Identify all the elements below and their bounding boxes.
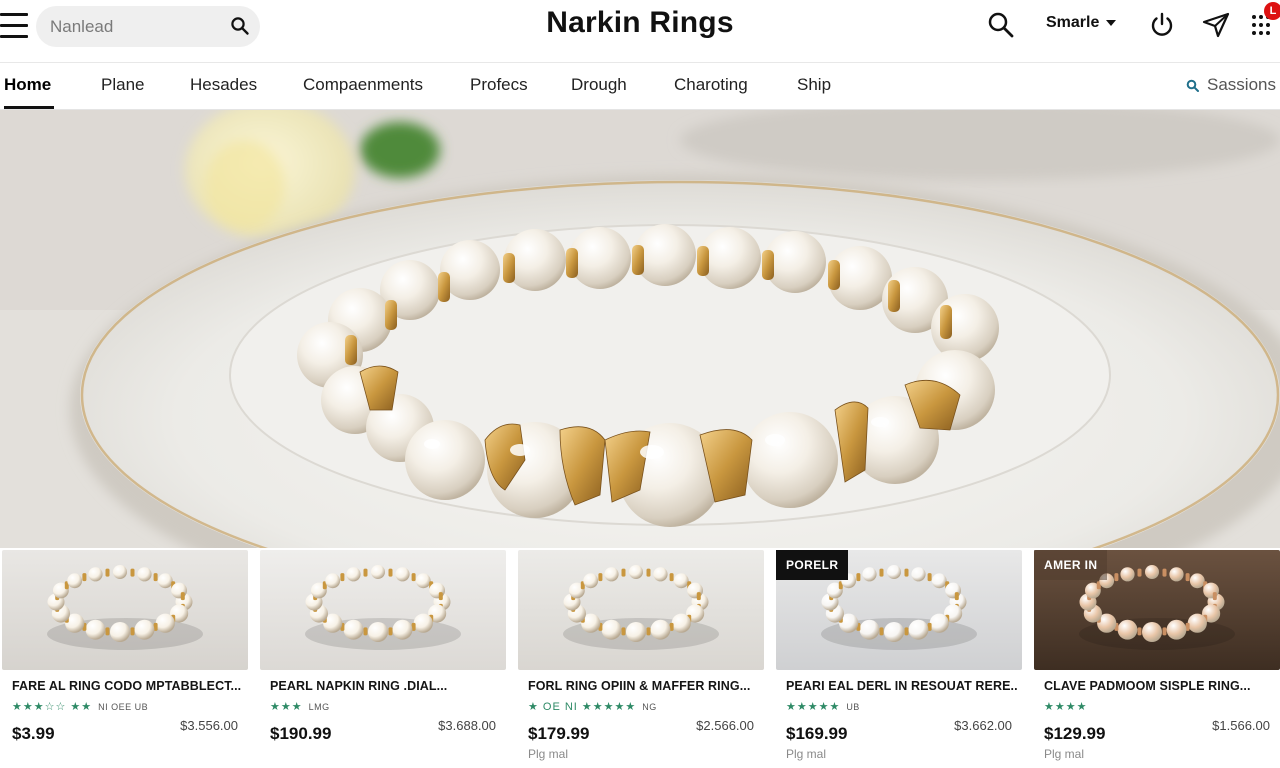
product-subtext: Plg mal	[1044, 747, 1085, 761]
product-rating: ★★★ LMG	[270, 700, 330, 713]
star-rating-icon: ★ OE NI ★★★★★	[528, 701, 637, 713]
product-old-price: $2.566.00	[696, 718, 754, 733]
product-price: $179.99	[528, 724, 590, 743]
star-rating-icon: ★★★☆☆ ★★	[12, 701, 93, 713]
product-title[interactable]: PEARL NAPKIN RING .DIAL...	[270, 679, 502, 693]
product-rating: ★★★☆☆ ★★ NI OEE UB	[12, 700, 148, 713]
category-nav: Home Plane Hesades Compaenments Profecs …	[0, 62, 1280, 110]
product-image[interactable]	[2, 550, 248, 670]
rating-text: LMG	[308, 701, 330, 712]
product-title[interactable]: PEARI EAL DERL IN RESOUAT RERE...	[786, 679, 1018, 693]
star-rating-icon: ★★★	[270, 701, 303, 713]
tab-hesades[interactable]: Hesades	[190, 75, 257, 95]
tab-ship[interactable]: Ship	[797, 75, 831, 95]
search-icon[interactable]	[230, 16, 250, 36]
power-icon[interactable]	[1147, 10, 1177, 40]
notification-badge[interactable]: L	[1264, 2, 1280, 20]
tab-compaenments[interactable]: Compaenments	[303, 75, 423, 95]
product-image[interactable]	[260, 550, 506, 670]
product-rating: ★★★★★ UB	[786, 700, 860, 713]
product-old-price: $3.662.00	[954, 718, 1012, 733]
bracelet-thumbnail	[260, 550, 506, 670]
product-title[interactable]: FORL RING OPIIN & MAFFER RING...	[528, 679, 760, 693]
hero-image	[0, 110, 1280, 550]
product-subtext: Plg mal	[786, 747, 827, 761]
tab-home[interactable]: Home	[4, 75, 51, 95]
send-icon[interactable]	[1201, 10, 1231, 40]
product-rating: ★ OE NI ★★★★★ NG	[528, 700, 657, 713]
sessions-link[interactable]: Sassions	[1186, 75, 1276, 95]
product-card[interactable]: FORL RING OPIIN & MAFFER RING... ★ OE NI …	[518, 550, 764, 768]
search-icon	[1186, 79, 1200, 92]
product-card[interactable]: PEARL NAPKIN RING .DIAL... ★★★ LMG $190.99 $…	[260, 550, 506, 768]
product-subtext: Plg mal	[528, 747, 569, 761]
chevron-down-icon	[1106, 20, 1117, 26]
product-tag: PORELR	[776, 550, 849, 580]
product-image[interactable]	[518, 550, 764, 670]
rating-text: NI OEE UB	[98, 701, 149, 712]
sessions-label: Sassions	[1207, 75, 1276, 94]
product-title[interactable]: CLAVE PADMOOM SISPLE RING...	[1044, 679, 1276, 693]
menu-icon[interactable]	[0, 12, 30, 40]
bracelet-thumbnail	[2, 550, 248, 670]
product-card[interactable]: AMER IN CLAVE PADMOOM SISPLE RING... ★★★★ $…	[1034, 550, 1280, 768]
product-old-price: $1.566.00	[1212, 718, 1270, 733]
search-bar	[36, 6, 260, 47]
product-old-price: $3.688.00	[438, 718, 496, 733]
rating-text: NG	[642, 701, 657, 712]
brand-title[interactable]: Narkin Rings	[440, 6, 840, 40]
product-rating: ★★★★	[1044, 700, 1093, 713]
profile-dropdown[interactable]: Smarle	[1046, 14, 1117, 32]
top-header: Narkin Rings Smarle L	[0, 0, 1280, 62]
tab-drough[interactable]: Drough	[571, 75, 627, 95]
product-old-price: $3.556.00	[180, 718, 238, 733]
search-icon[interactable]	[986, 10, 1016, 40]
star-rating-icon: ★★★★	[1044, 701, 1088, 713]
product-card[interactable]: FARE AL RING CODO MPTABBLECT... ★★★☆☆ ★★ N…	[2, 550, 248, 768]
hero-banner[interactable]	[0, 110, 1280, 550]
tab-charoting[interactable]: Charoting	[674, 75, 748, 95]
product-card[interactable]: PORELR PEARI EAL DERL IN RESOUAT RERE... ★…	[776, 550, 1022, 768]
product-price: $190.99	[270, 724, 332, 743]
product-list: FARE AL RING CODO MPTABBLECT... ★★★☆☆ ★★ N…	[0, 548, 1280, 768]
star-rating-icon: ★★★★★	[786, 701, 841, 713]
active-tab-indicator	[4, 106, 54, 109]
bracelet-thumbnail	[518, 550, 764, 670]
rating-text: UB	[846, 701, 860, 712]
product-price: $169.99	[786, 724, 848, 743]
tab-plane[interactable]: Plane	[101, 75, 144, 95]
search-input[interactable]	[50, 6, 220, 47]
profile-label: Smarle	[1046, 14, 1100, 31]
product-price: $3.99	[12, 724, 55, 743]
product-price: $129.99	[1044, 724, 1106, 743]
tab-profecs[interactable]: Profecs	[470, 75, 528, 95]
product-title[interactable]: FARE AL RING CODO MPTABBLECT...	[12, 679, 244, 693]
product-tag: AMER IN	[1034, 550, 1108, 580]
